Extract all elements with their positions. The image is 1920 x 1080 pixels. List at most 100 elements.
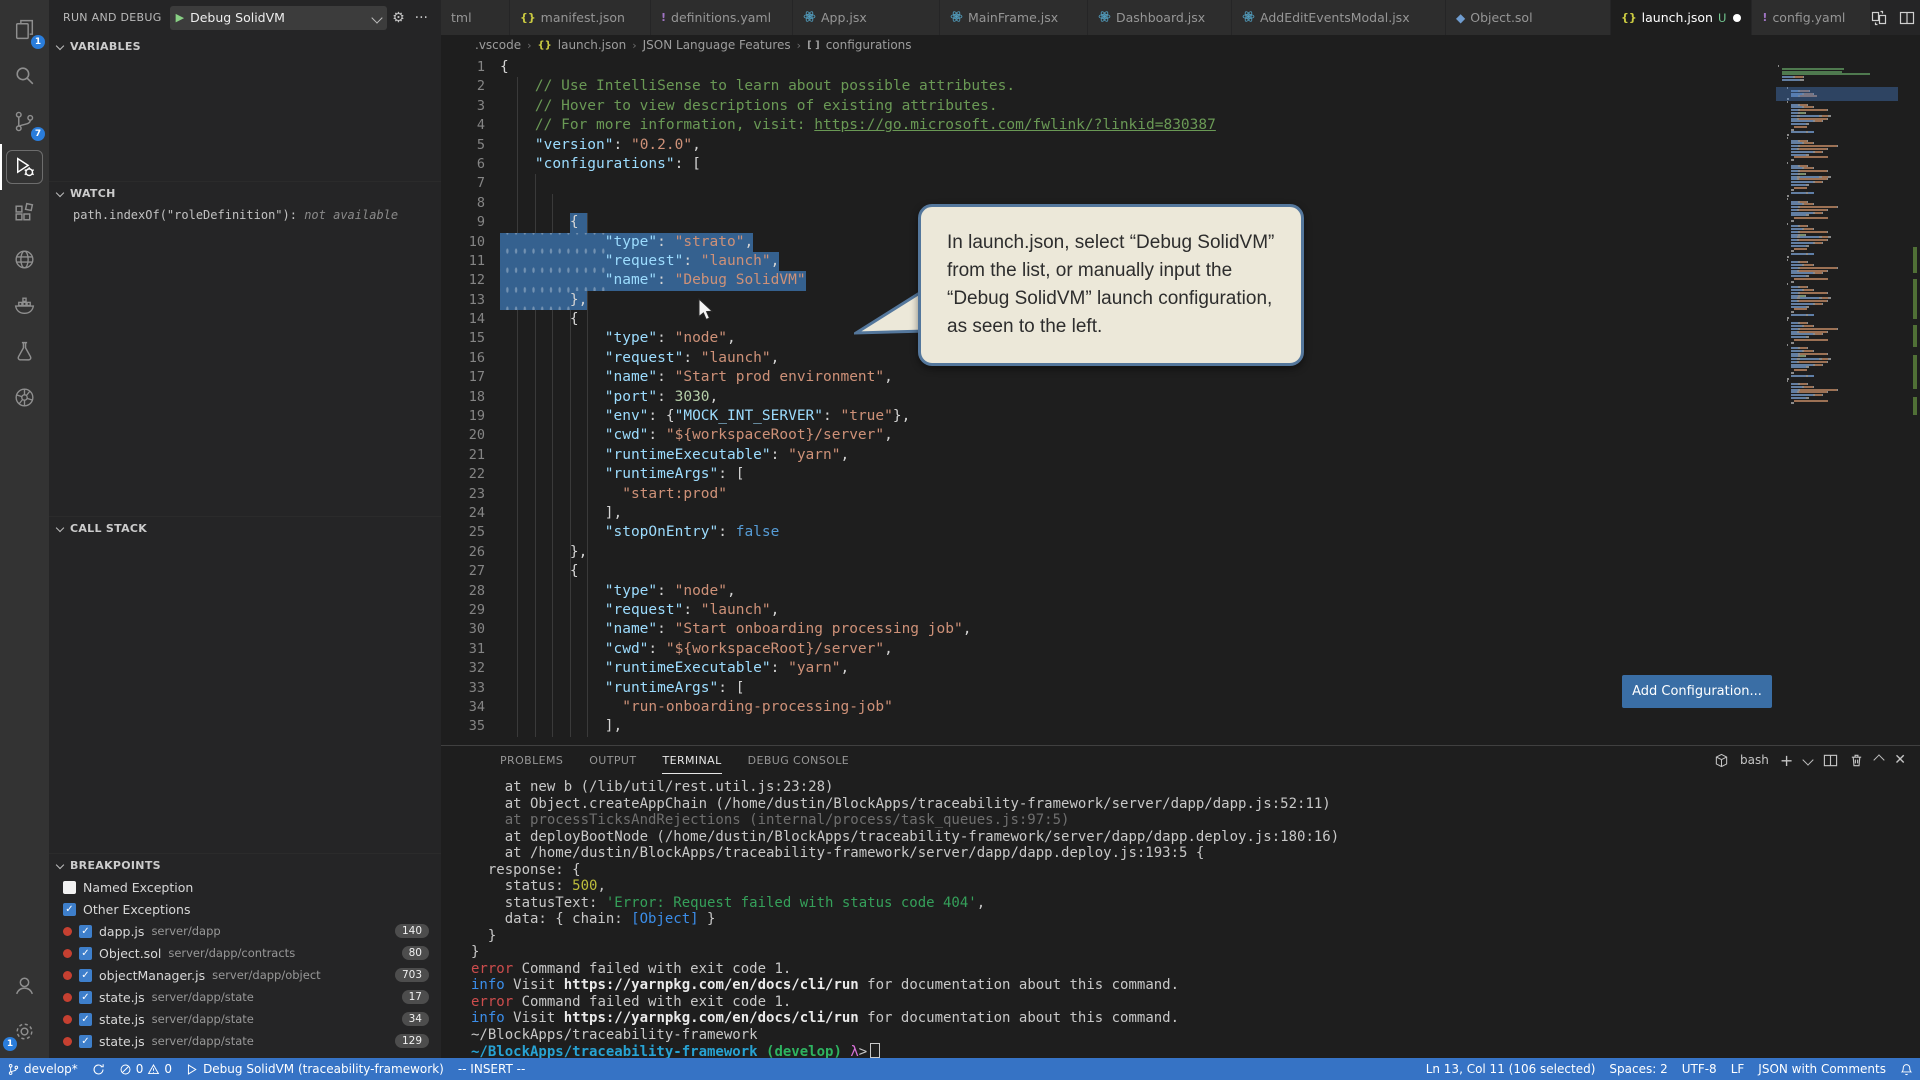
code-line[interactable]: 23 "start:prod" xyxy=(441,485,1920,504)
search-icon[interactable] xyxy=(0,52,49,98)
start-debug-icon[interactable]: ▶ xyxy=(176,11,184,24)
code-line[interactable]: 26 }, xyxy=(441,543,1920,562)
run-and-debug-icon[interactable] xyxy=(0,144,49,190)
code-line[interactable]: 27 { xyxy=(441,562,1920,581)
debug-settings-gear-icon[interactable]: ⚙ xyxy=(387,10,410,26)
panel-tab-output[interactable]: OUTPUT xyxy=(589,747,636,774)
code-line[interactable]: 31 "cwd": "${workspaceRoot}/server", xyxy=(441,640,1920,659)
tab-Object.sol[interactable]: ◆ Object.sol xyxy=(1446,0,1611,35)
breakpoints-section-header[interactable]: BREAKPOINTS xyxy=(49,853,441,876)
new-terminal-icon[interactable]: + xyxy=(1780,751,1793,770)
git-branch-status[interactable]: develop* xyxy=(0,1062,85,1076)
checked-checkbox[interactable]: ✓ xyxy=(79,924,92,938)
breakpoint-row[interactable]: ✓ Object.sol server/dapp/contracts 80 xyxy=(49,942,441,964)
breadcrumb-item[interactable]: JSON Language Features xyxy=(643,38,791,52)
code-line[interactable]: 29 "request": "launch", xyxy=(441,601,1920,620)
breakpoint-row[interactable]: ✓ state.js server/dapp/state 17 xyxy=(49,986,441,1008)
code-line[interactable]: 2 // Use IntelliSense to learn about pos… xyxy=(441,77,1920,96)
encoding-status[interactable]: UTF-8 xyxy=(1675,1062,1724,1076)
dirty-indicator-icon[interactable] xyxy=(1733,13,1742,22)
checked-checkbox[interactable]: ✓ xyxy=(79,968,92,982)
panel-tab-debug-console[interactable]: DEBUG CONSOLE xyxy=(748,747,850,774)
breakpoint-row[interactable]: ✓ dapp.js server/dapp 140 xyxy=(49,920,441,942)
sync-status[interactable] xyxy=(85,1063,112,1076)
breakpoint-row[interactable]: ✓ state.js server/dapp/state 34 xyxy=(49,1008,441,1030)
tab-definitions.yaml[interactable]: ! definitions.yaml xyxy=(651,0,793,35)
minimap[interactable] xyxy=(1776,65,1898,405)
test-explorer-icon[interactable] xyxy=(0,328,49,374)
code-line[interactable]: 19 "env": {"MOCK_INT_SERVER": "true"}, xyxy=(441,407,1920,426)
launch-config-dropdown[interactable]: ▶ Debug SolidVM xyxy=(169,5,388,30)
checked-checkbox[interactable]: ✓ xyxy=(79,1012,92,1026)
close-panel-icon[interactable]: ✕ xyxy=(1894,752,1906,768)
call-stack-section-header[interactable]: CALL STACK xyxy=(49,516,441,539)
tab-Dashboard.jsx[interactable]: Dashboard.jsx xyxy=(1088,0,1232,35)
tab-App.jsx[interactable]: App.jsx xyxy=(793,0,940,35)
breadcrumb[interactable]: .vscode › {} launch.json › JSON Language Feat… xyxy=(441,35,1920,55)
tab-AddEditEventsModal.jsx[interactable]: AddEditEventsModal.jsx xyxy=(1232,0,1446,35)
code-line[interactable]: 22 "runtimeArgs": [ xyxy=(441,465,1920,484)
problems-status[interactable]: 0 0 xyxy=(112,1062,179,1076)
breakpoint-exception-row[interactable]: Named Exception xyxy=(49,876,441,898)
code-line[interactable]: 4 // For more information, visit: https:… xyxy=(441,116,1920,135)
source-control-icon[interactable]: 7 xyxy=(0,98,49,144)
watch-section-header[interactable]: WATCH xyxy=(49,181,441,204)
checked-checkbox[interactable]: ✓ xyxy=(79,946,92,960)
code-line[interactable]: 20 "cwd": "${workspaceRoot}/server", xyxy=(441,426,1920,445)
code-line[interactable]: 28 "type": "node", xyxy=(441,582,1920,601)
panel-tab-problems[interactable]: PROBLEMS xyxy=(500,747,563,774)
panel-tab-terminal[interactable]: TERMINAL xyxy=(662,747,722,774)
code-line[interactable]: 18 "port": 3030, xyxy=(441,388,1920,407)
tab-launch.json[interactable]: {} launch.json U xyxy=(1611,0,1753,35)
extensions-icon[interactable] xyxy=(0,190,49,236)
explorer-icon[interactable]: 1 xyxy=(0,6,49,52)
code-line[interactable]: 25 "stopOnEntry": false xyxy=(441,523,1920,542)
language-mode-status[interactable]: JSON with Comments xyxy=(1751,1062,1893,1076)
code-line[interactable]: 7 xyxy=(441,174,1920,193)
eol-status[interactable]: LF xyxy=(1724,1062,1752,1076)
tab-MainFrame.jsx[interactable]: MainFrame.jsx xyxy=(940,0,1088,35)
settings-gear-icon[interactable]: 1 xyxy=(0,1008,49,1054)
breadcrumb-item[interactable]: configurations xyxy=(826,38,912,52)
tab-manifest.json[interactable]: {} manifest.json xyxy=(510,0,651,35)
add-configuration-button[interactable]: Add Configuration... xyxy=(1622,675,1772,708)
account-icon[interactable] xyxy=(0,962,49,1008)
sidebar-more-actions-icon[interactable]: ··· xyxy=(410,10,433,26)
vim-mode-status[interactable]: -- INSERT -- xyxy=(451,1062,532,1076)
kubernetes-icon[interactable] xyxy=(0,374,49,420)
code-line[interactable]: 21 "runtimeExecutable": "yarn", xyxy=(441,446,1920,465)
code-line[interactable]: 1{ xyxy=(441,58,1920,77)
kill-terminal-icon[interactable] xyxy=(1849,753,1864,768)
breadcrumb-item[interactable]: .vscode xyxy=(475,38,521,52)
checked-checkbox[interactable]: ✓ xyxy=(79,1034,92,1048)
checked-checkbox[interactable]: ✓ xyxy=(79,990,92,1004)
split-editor-icon[interactable] xyxy=(1899,10,1915,26)
code-editor[interactable]: 1{2 // Use IntelliSense to learn about p… xyxy=(441,55,1920,745)
maximize-panel-icon[interactable] xyxy=(1873,754,1885,766)
watch-expression[interactable]: path.indexOf("roleDefinition"): not avai… xyxy=(49,204,441,222)
code-line[interactable]: 6 "configurations": [ xyxy=(441,155,1920,174)
breadcrumb-item[interactable]: launch.json xyxy=(558,38,626,52)
code-line[interactable]: 30 "name": "Start onboarding processing … xyxy=(441,620,1920,639)
variables-section-header[interactable]: VARIABLES xyxy=(49,35,441,57)
terminal-picker-chevron-icon[interactable] xyxy=(1802,754,1814,766)
code-line[interactable]: 3 // Hover to view descriptions of exist… xyxy=(441,97,1920,116)
code-line[interactable]: 24 ], xyxy=(441,504,1920,523)
docker-icon[interactable] xyxy=(0,282,49,328)
split-terminal-icon[interactable] xyxy=(1823,753,1838,768)
code-line[interactable]: 5 "version": "0.2.0", xyxy=(441,136,1920,155)
breakpoint-exception-row[interactable]: ✓ Other Exceptions xyxy=(49,898,441,920)
debug-status[interactable]: Debug SolidVM (traceability-framework) xyxy=(179,1062,451,1076)
checked-checkbox[interactable]: ✓ xyxy=(63,902,76,916)
breakpoint-row[interactable]: ✓ objectManager.js server/dapp/object 703 xyxy=(49,964,441,986)
cursor-position-status[interactable]: Ln 13, Col 11 (106 selected) xyxy=(1419,1062,1603,1076)
tab-tml[interactable]: tml xyxy=(441,0,510,35)
breakpoint-row[interactable]: ✓ state.js server/dapp/state 129 xyxy=(49,1030,441,1052)
terminal-shell-label[interactable]: bash xyxy=(1740,753,1769,767)
code-line[interactable]: 35 ], xyxy=(441,717,1920,736)
globe-icon[interactable] xyxy=(0,236,49,282)
code-line[interactable]: 17 "name": "Start prod environment", xyxy=(441,368,1920,387)
open-changes-icon[interactable] xyxy=(1871,10,1887,26)
tab-config.yaml[interactable]: ! config.yaml xyxy=(1752,0,1872,35)
unchecked-checkbox[interactable] xyxy=(63,880,76,894)
